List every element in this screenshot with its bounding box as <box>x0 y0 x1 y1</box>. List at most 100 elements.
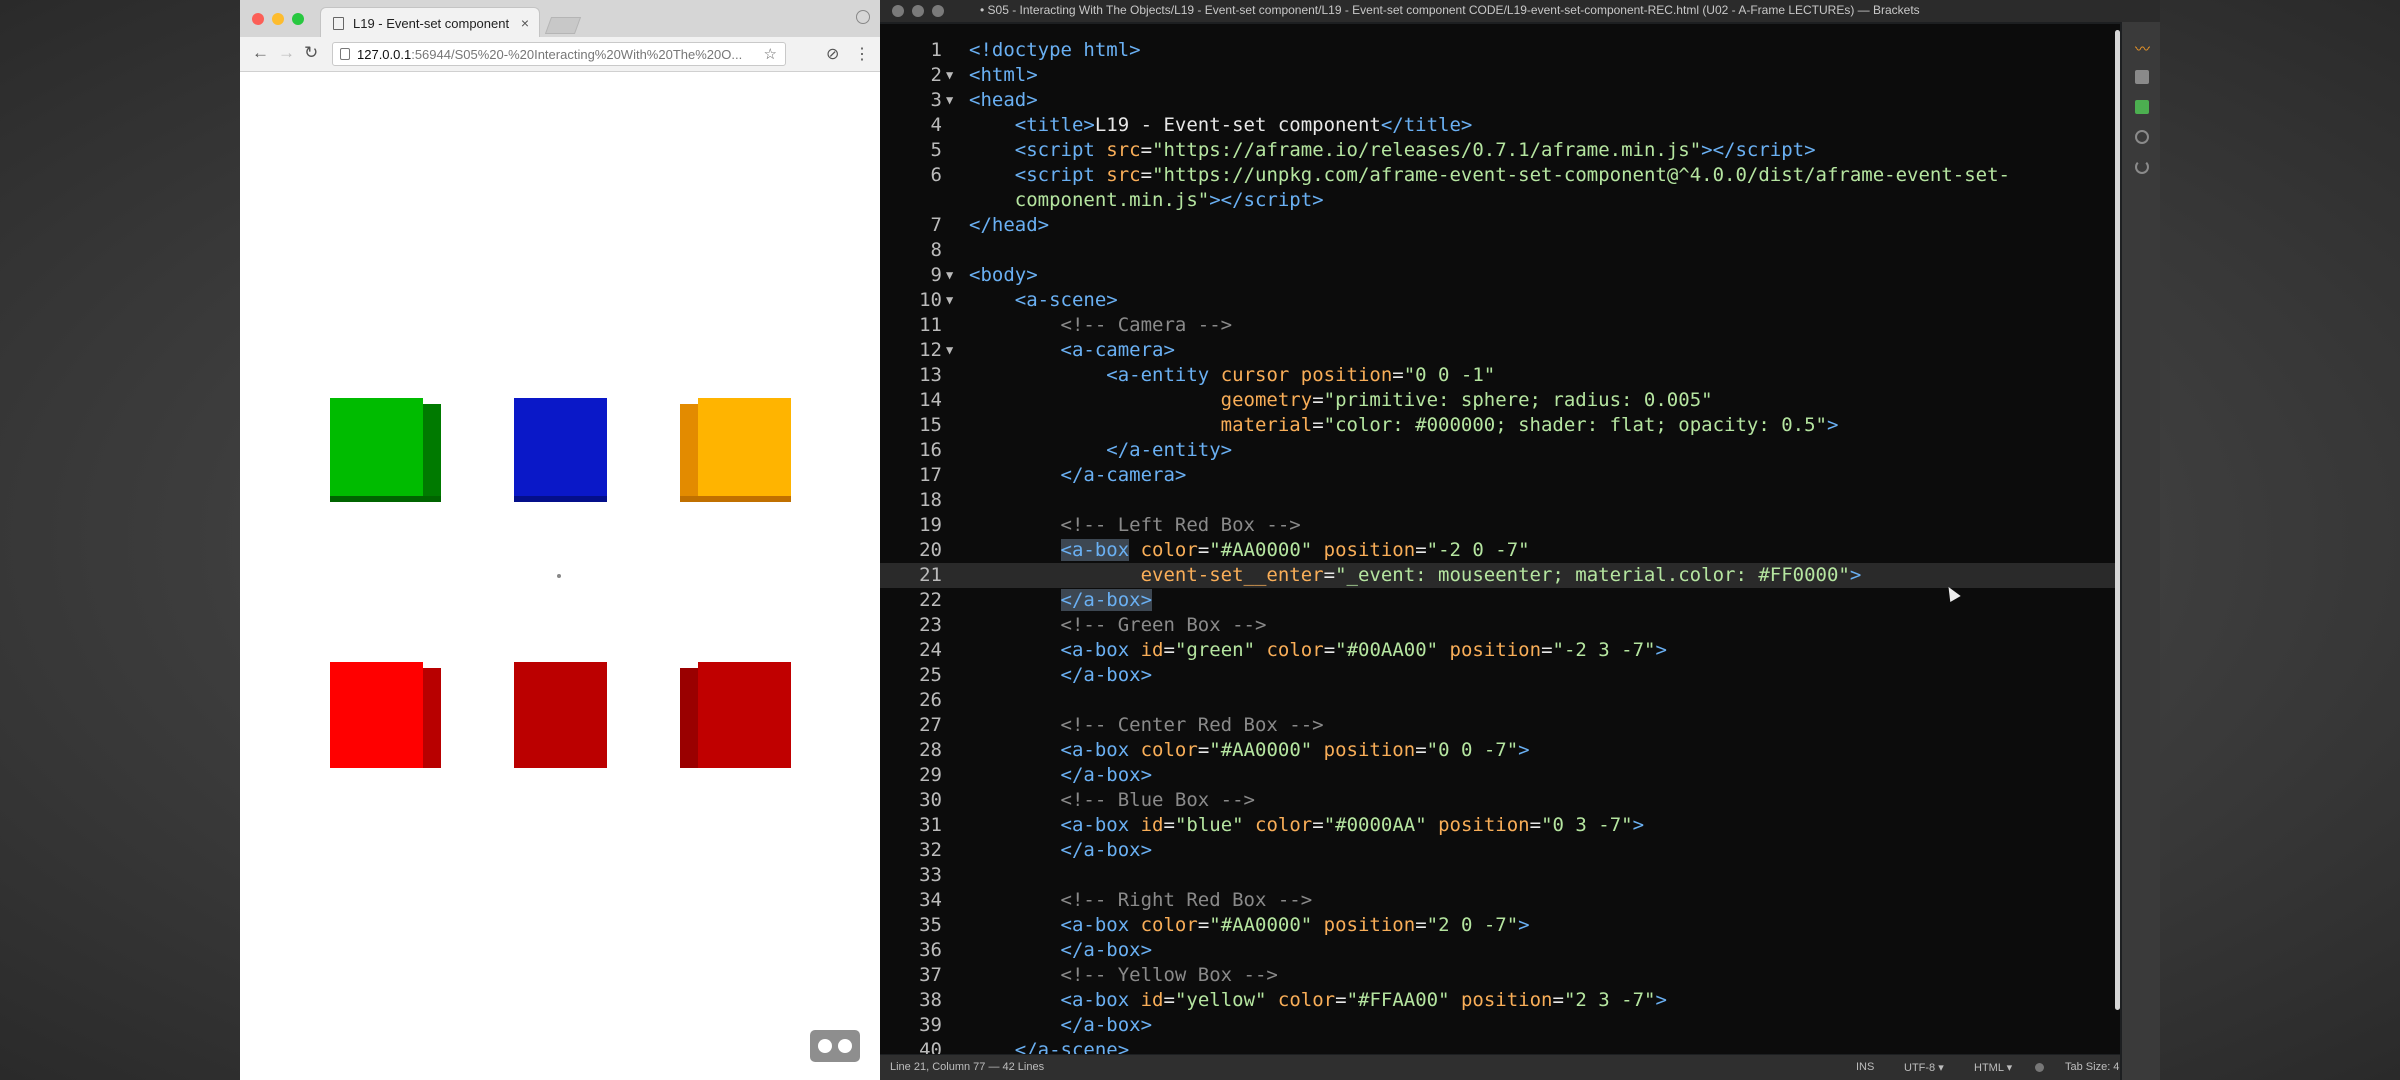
code-text[interactable]: <a-box id="yellow" color="#FFAA00" posit… <box>969 988 1667 1013</box>
code-text[interactable]: </a-box> <box>969 838 1153 863</box>
code-line[interactable]: 12 ▼ <a-camera> <box>880 338 2120 363</box>
code-text[interactable]: </head> <box>969 213 1049 238</box>
forward-button[interactable]: → <box>278 43 295 63</box>
close-window-button[interactable] <box>252 13 264 25</box>
code-line[interactable]: 29 </a-box> <box>880 763 2120 788</box>
code-line[interactable]: 10 ▼ <a-scene> <box>880 288 2120 313</box>
code-line[interactable]: 14 geometry="primitive: sphere; radius: … <box>880 388 2120 413</box>
code-line[interactable]: 34 <!-- Right Red Box --> <box>880 888 2120 913</box>
code-line[interactable]: 28 <a-box color="#AA0000" position="0 0 … <box>880 738 2120 763</box>
code-line[interactable]: 30 <!-- Blue Box --> <box>880 788 2120 813</box>
code-text[interactable]: <!-- Camera --> <box>969 313 1233 338</box>
code-line[interactable]: 36 </a-box> <box>880 938 2120 963</box>
code-text[interactable]: </a-box> <box>969 1013 1153 1038</box>
code-text[interactable]: <!-- Blue Box --> <box>969 788 1255 813</box>
code-text[interactable]: <!-- Green Box --> <box>969 613 1267 638</box>
fold-toggle-icon[interactable]: ▼ <box>946 338 953 363</box>
code-line[interactable]: 2 ▼ <html> <box>880 63 2120 88</box>
code-text[interactable]: <!-- Center Red Box --> <box>969 713 1324 738</box>
code-line[interactable]: 4 <title>L19 - Event-set component</titl… <box>880 113 2120 138</box>
extension-icon[interactable]: ⊘ <box>826 44 839 64</box>
code-line[interactable]: 19 <!-- Left Red Box --> <box>880 513 2120 538</box>
code-line[interactable]: 33 <box>880 863 2120 888</box>
code-line[interactable]: 8 <box>880 238 2120 263</box>
encoding-select[interactable]: UTF-8 ▾ <box>1904 1061 1944 1074</box>
code-text[interactable]: </a-entity> <box>969 438 1232 463</box>
code-text[interactable]: </a-scene> <box>969 1038 1129 1054</box>
code-line[interactable]: 6 <script src="https://unpkg.com/aframe-… <box>880 163 2120 188</box>
code-text[interactable]: <a-scene> <box>969 288 1118 313</box>
editor-scrollbar[interactable] <box>2115 30 2120 1010</box>
code-line[interactable]: 32 </a-box> <box>880 838 2120 863</box>
code-text[interactable]: <body> <box>969 263 1038 288</box>
address-bar[interactable]: 127.0.0.1:56944/S05%20-%20Interacting%20… <box>332 42 786 66</box>
code-line[interactable]: 25 </a-box> <box>880 663 2120 688</box>
code-text[interactable]: <title>L19 - Event-set component</title> <box>969 113 1473 138</box>
profile-icon[interactable] <box>856 10 870 24</box>
code-line[interactable]: 9 ▼ <body> <box>880 263 2120 288</box>
vr-mode-button[interactable] <box>810 1030 860 1062</box>
code-text[interactable]: <a-camera> <box>969 338 1175 363</box>
code-editor[interactable]: 1 <!doctype html> 2 ▼ <html> 3 ▼ <head> 4 <title… <box>880 24 2120 1054</box>
code-line[interactable]: 15 material="color: #000000; shader: fla… <box>880 413 2120 438</box>
linter-status-icon[interactable] <box>2035 1063 2044 1072</box>
yellow-box[interactable] <box>680 398 791 502</box>
green-box[interactable] <box>330 398 441 502</box>
search-icon[interactable] <box>2135 130 2149 144</box>
menu-dots-icon[interactable]: ⋮ <box>854 44 870 64</box>
code-line[interactable]: 16 </a-entity> <box>880 438 2120 463</box>
center-red-box[interactable] <box>514 662 607 768</box>
code-line[interactable]: 20 <a-box color="#AA0000" position="-2 0… <box>880 538 2120 563</box>
code-text[interactable]: <!-- Right Red Box --> <box>969 888 1313 913</box>
editor-maximize-button[interactable] <box>932 5 944 17</box>
extension-manager-icon[interactable] <box>2135 70 2149 84</box>
code-line[interactable]: 23 <!-- Green Box --> <box>880 613 2120 638</box>
code-text[interactable]: <html> <box>969 63 1038 88</box>
code-line[interactable]: 37 <!-- Yellow Box --> <box>880 963 2120 988</box>
editor-minimize-button[interactable] <box>912 5 924 17</box>
code-text[interactable]: </a-box> <box>969 588 1153 613</box>
tab-size[interactable]: Tab Size: 4 <box>2065 1061 2119 1073</box>
reload-button[interactable]: ↻ <box>304 43 318 63</box>
fold-toggle-icon[interactable]: ▼ <box>946 288 953 313</box>
code-text[interactable]: <!-- Left Red Box --> <box>969 513 1301 538</box>
code-line[interactable]: 38 <a-box id="yellow" color="#FFAA00" po… <box>880 988 2120 1013</box>
url-text[interactable]: 127.0.0.1:56944/S05%20-%20Interacting%20… <box>357 47 752 62</box>
back-button[interactable]: ← <box>252 43 269 63</box>
code-line[interactable]: 35 <a-box color="#AA0000" position="2 0 … <box>880 913 2120 938</box>
code-text[interactable]: <head> <box>969 88 1038 113</box>
code-text[interactable]: component.min.js"></script> <box>969 188 1324 213</box>
code-line[interactable]: 17 </a-camera> <box>880 463 2120 488</box>
blue-box[interactable] <box>514 398 607 502</box>
code-line[interactable]: 11 <!-- Camera --> <box>880 313 2120 338</box>
code-line[interactable]: 39 </a-box> <box>880 1013 2120 1038</box>
code-text[interactable]: <script src="https://unpkg.com/aframe-ev… <box>969 163 2010 188</box>
language-select[interactable]: HTML ▾ <box>1974 1061 2012 1074</box>
code-line[interactable]: 3 ▼ <head> <box>880 88 2120 113</box>
code-line[interactable]: 7 </head> <box>880 213 2120 238</box>
emmet-icon[interactable] <box>2135 100 2149 114</box>
code-text[interactable]: <a-box color="#AA0000" position="2 0 -7"… <box>969 913 1530 938</box>
code-line[interactable]: component.min.js"></script> <box>880 188 2120 213</box>
code-text[interactable]: </a-camera> <box>969 463 1187 488</box>
bookmark-star-icon[interactable]: ☆ <box>764 45 777 63</box>
browser-tab[interactable]: L19 - Event-set component × <box>320 7 540 37</box>
code-line[interactable]: 13 <a-entity cursor position="0 0 -1" <box>880 363 2120 388</box>
code-text[interactable]: material="color: #000000; shader: flat; … <box>969 413 1839 438</box>
code-line[interactable]: 24 <a-box id="green" color="#00AA00" pos… <box>880 638 2120 663</box>
info-icon[interactable] <box>340 48 350 60</box>
code-text[interactable]: <a-box id="green" color="#00AA00" positi… <box>969 638 1667 663</box>
code-line[interactable]: 27 <!-- Center Red Box --> <box>880 713 2120 738</box>
live-preview-icon[interactable]: 〰 <box>2135 38 2150 58</box>
code-text[interactable]: event-set__enter="_event: mouseenter; ma… <box>969 563 1862 588</box>
code-text[interactable]: </a-box> <box>969 663 1153 688</box>
right-red-box[interactable] <box>680 662 791 768</box>
aframe-scene-viewport[interactable] <box>240 72 880 1080</box>
maximize-window-button[interactable] <box>292 13 304 25</box>
code-line[interactable]: 40 </a-scene> <box>880 1038 2120 1054</box>
code-line[interactable]: 21 event-set__enter="_event: mouseenter;… <box>880 563 2120 588</box>
left-red-box[interactable] <box>330 662 441 768</box>
code-line[interactable]: 18 <box>880 488 2120 513</box>
code-line[interactable]: 22 </a-box> <box>880 588 2120 613</box>
refresh-icon[interactable] <box>2135 160 2149 174</box>
